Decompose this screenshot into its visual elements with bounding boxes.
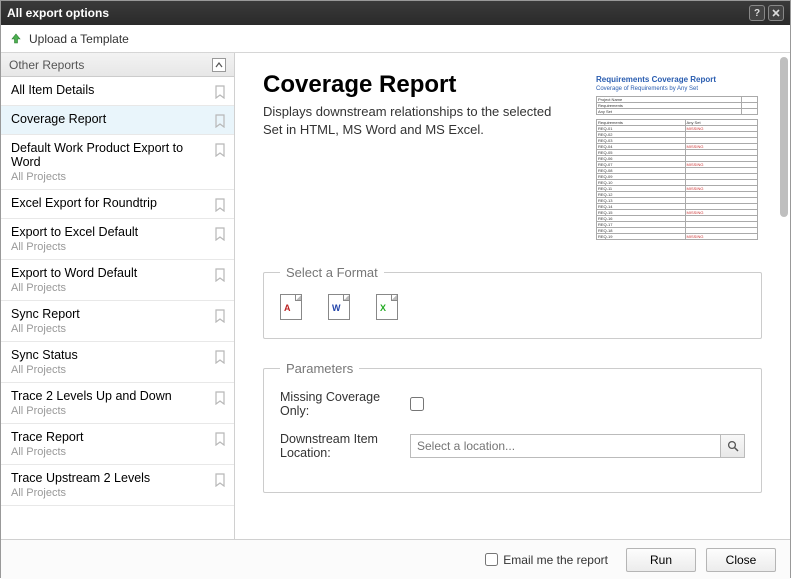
help-button[interactable]: ? (749, 5, 765, 21)
report-item-title: Excel Export for Roundtrip (11, 196, 210, 210)
report-item[interactable]: Sync Report All Projects (1, 301, 234, 342)
param-missing-label: Missing Coverage Only: (280, 390, 410, 418)
email-report-option[interactable]: Email me the report (485, 553, 608, 567)
bookmark-icon[interactable] (214, 143, 226, 157)
sidebar-section-header: Other Reports (1, 53, 234, 77)
bookmark-icon[interactable] (214, 227, 226, 241)
report-item[interactable]: Export to Excel Default All Projects (1, 219, 234, 260)
email-report-label: Email me the report (503, 553, 608, 567)
format-excel-button[interactable]: X (376, 294, 398, 320)
upload-icon (9, 32, 23, 46)
report-item[interactable]: Excel Export for Roundtrip (1, 190, 234, 219)
report-item-subtitle: All Projects (11, 446, 210, 458)
window-title: All export options (7, 6, 109, 20)
report-detail-panel: Coverage Report Displays downstream rela… (235, 53, 790, 539)
close-button[interactable]: Close (706, 548, 776, 572)
report-item-title: Trace 2 Levels Up and Down (11, 389, 210, 403)
report-item-title: Trace Upstream 2 Levels (11, 471, 210, 485)
report-preview-thumbnail: Requirements Coverage Report Coverage of… (592, 71, 762, 241)
report-item-title: Coverage Report (11, 112, 210, 126)
report-item-subtitle: All Projects (11, 241, 210, 253)
parameters-fieldset: Parameters Missing Coverage Only: Downst… (263, 361, 762, 493)
bookmark-icon[interactable] (214, 391, 226, 405)
report-item-subtitle: All Projects (11, 323, 210, 335)
collapse-section-button[interactable] (212, 58, 226, 72)
report-item-title: Sync Status (11, 348, 210, 362)
param-location-label: Downstream Item Location: (280, 432, 410, 460)
format-pdf-button[interactable]: A (280, 294, 302, 320)
location-search-button[interactable] (720, 435, 744, 457)
bookmark-icon[interactable] (214, 473, 226, 487)
report-item-title: Export to Excel Default (11, 225, 210, 239)
bookmark-icon[interactable] (214, 350, 226, 364)
report-item-subtitle: All Projects (11, 282, 210, 294)
report-item[interactable]: All Item Details (1, 77, 234, 106)
search-icon (727, 440, 739, 452)
report-title: Coverage Report (263, 71, 572, 99)
dialog-footer: Email me the report Run Close (1, 539, 790, 579)
report-item[interactable]: Coverage Report (1, 106, 234, 135)
report-item[interactable]: Trace Report All Projects (1, 424, 234, 465)
upload-template-link[interactable]: Upload a Template (29, 32, 129, 46)
report-item-title: Default Work Product Export to Word (11, 141, 210, 169)
bookmark-icon[interactable] (214, 309, 226, 323)
content-scrollbar[interactable] (780, 53, 788, 539)
next-section-cutoff: Report Details (263, 515, 762, 530)
report-item[interactable]: Export to Word Default All Projects (1, 260, 234, 301)
report-item[interactable]: Trace 2 Levels Up and Down All Projects (1, 383, 234, 424)
parameters-legend: Parameters (280, 361, 359, 376)
report-item[interactable]: Sync Status All Projects (1, 342, 234, 383)
report-item[interactable]: Trace Upstream 2 Levels All Projects (1, 465, 234, 506)
bookmark-icon[interactable] (214, 268, 226, 282)
bookmark-icon[interactable] (214, 85, 226, 99)
report-item-title: Sync Report (11, 307, 210, 321)
bookmark-icon[interactable] (214, 432, 226, 446)
bookmark-icon[interactable] (214, 114, 226, 128)
close-window-button[interactable] (768, 5, 784, 21)
upload-template-row: Upload a Template (1, 25, 790, 53)
email-report-checkbox[interactable] (485, 553, 498, 566)
format-word-button[interactable]: W (328, 294, 350, 320)
report-item-title: Trace Report (11, 430, 210, 444)
report-item-subtitle: All Projects (11, 171, 210, 183)
report-item-subtitle: All Projects (11, 405, 210, 417)
title-bar: All export options ? (1, 1, 790, 25)
report-list: All Item Details Coverage Report Default W… (1, 77, 234, 506)
param-location-input[interactable] (411, 435, 720, 457)
param-missing-checkbox[interactable] (410, 397, 424, 411)
format-fieldset: Select a Format A W X (263, 265, 762, 339)
bookmark-icon[interactable] (214, 198, 226, 212)
reports-sidebar: Other Reports All Item Details Coverage R… (1, 53, 235, 539)
report-description: Displays downstream relationships to the… (263, 103, 572, 138)
run-button[interactable]: Run (626, 548, 696, 572)
sidebar-section-title: Other Reports (9, 58, 84, 72)
report-item-title: Export to Word Default (11, 266, 210, 280)
format-legend: Select a Format (280, 265, 384, 280)
report-item-subtitle: All Projects (11, 487, 210, 499)
report-item-title: All Item Details (11, 83, 210, 97)
report-item[interactable]: Default Work Product Export to Word All P… (1, 135, 234, 190)
scrollbar-thumb[interactable] (780, 57, 788, 217)
report-item-subtitle: All Projects (11, 364, 210, 376)
